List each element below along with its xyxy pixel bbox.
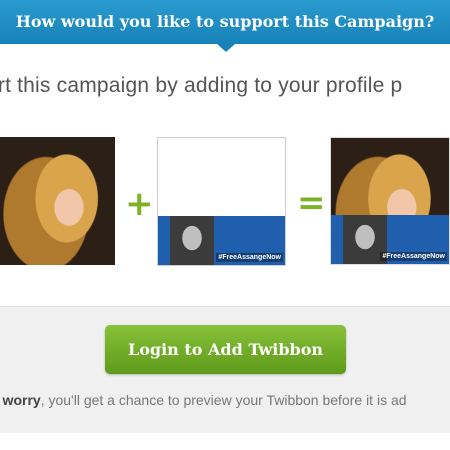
preview-note-text: , you'll get a chance to preview your Tw… [40,392,407,408]
result-preview: #FreeAssangeNow [330,137,450,265]
equals-icon: = [297,183,326,223]
plus-icon: + [125,184,154,224]
campaign-face-image [170,216,214,265]
result-hashtag: #FreeAssangeNow [380,252,447,261]
campaign-banner: How would you like to support this Campa… [0,0,450,44]
twibbon-ribbon: #FreeAssangeNow [158,216,285,265]
banner-title: How would you like to support this Campa… [15,12,435,31]
preview-note: t worry, you'll get a chance to preview … [0,392,450,408]
banner-pointer-icon [217,44,235,52]
twibbon-preview: #FreeAssangeNow [157,137,286,266]
login-to-add-twibbon-button[interactable]: Login to Add Twibbon [105,325,346,374]
support-instructions-text: ort this campaign by adding to your prof… [0,74,403,97]
support-instructions: ort this campaign by adding to your prof… [0,74,450,98]
profile-picture [0,137,115,265]
profile-portrait-image [0,137,115,265]
twibbon-hashtag: #FreeAssangeNow [216,253,283,262]
preview-note-lead: t worry [0,392,41,408]
result-ribbon: #FreeAssangeNow [331,215,449,264]
